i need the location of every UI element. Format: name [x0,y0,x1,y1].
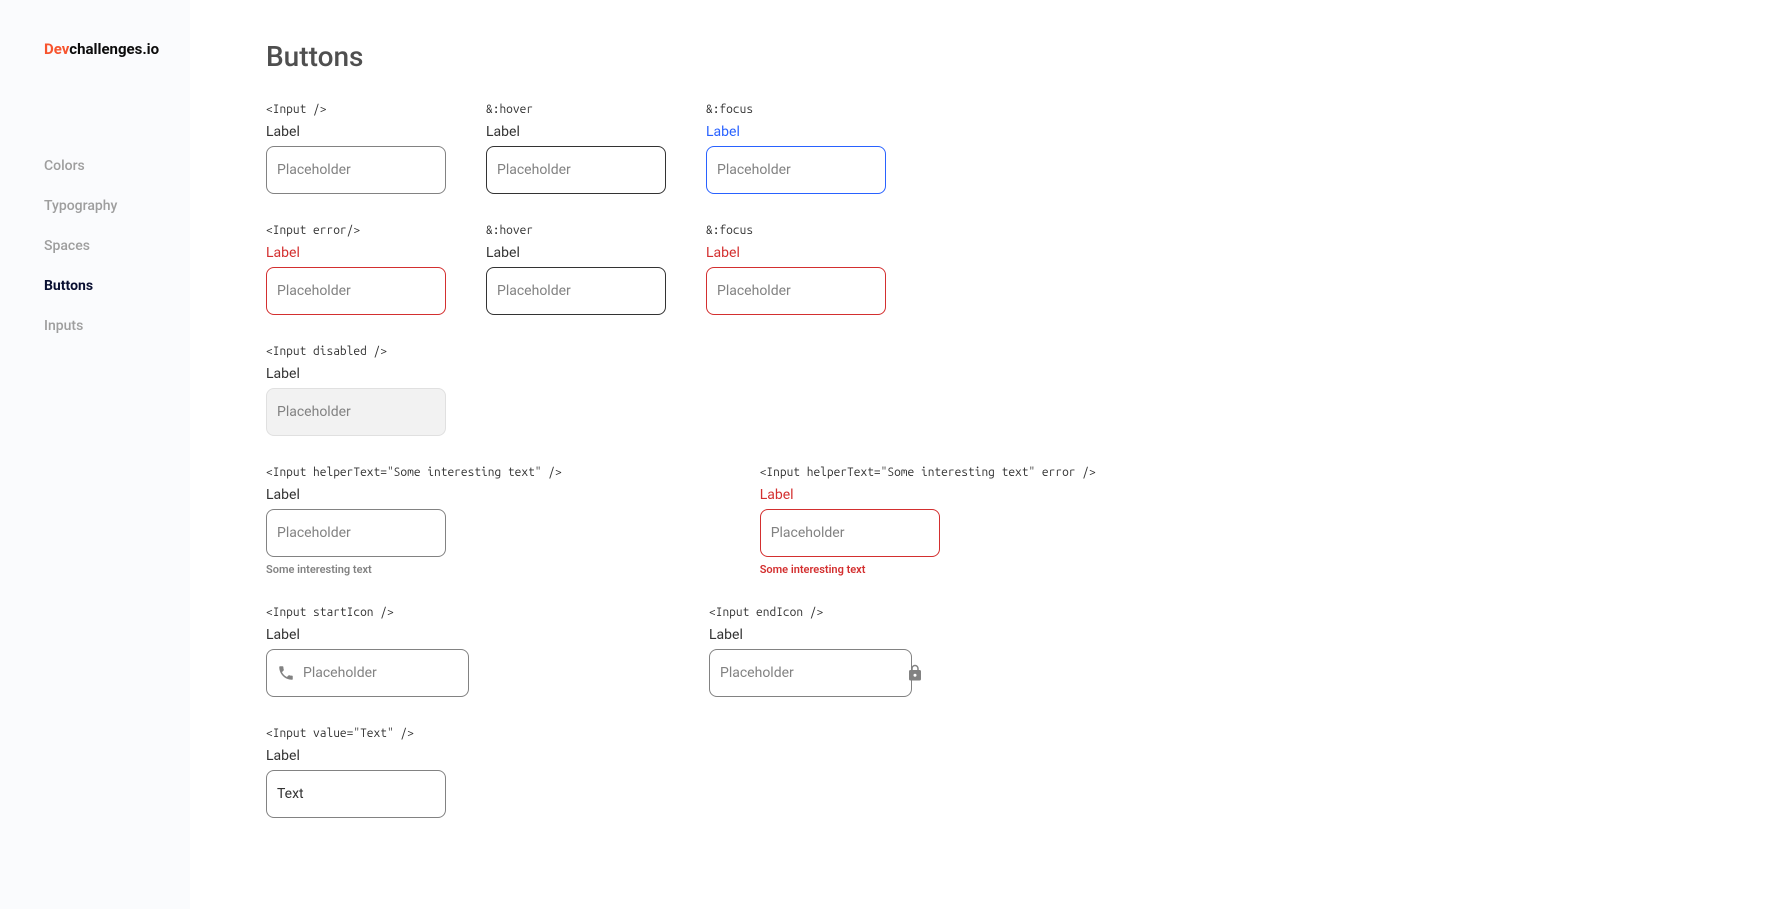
variant-tag: <Input /> [266,103,446,116]
input-label: Label [486,124,666,140]
phone-icon [277,664,295,682]
cell-input-helper-error: <Input helperText="Some interesting text… [760,466,1096,576]
variant-tag: <Input helperText="Some interesting text… [760,466,1096,479]
input-label: Label [266,245,446,261]
input-error-focus[interactable] [706,267,886,315]
nav-item-spaces[interactable]: Spaces [44,238,190,254]
input-starticon[interactable] [303,665,481,681]
variant-tag: <Input startIcon /> [266,606,469,619]
input-label: Label [706,245,886,261]
cell-input-starticon: <Input startIcon /> Label [266,606,469,697]
variant-tag: <Input endIcon /> [709,606,912,619]
nav-item-typography[interactable]: Typography [44,198,190,214]
nav-item-inputs[interactable]: Inputs [44,318,190,334]
input-label: Label [266,124,446,140]
row-helper: <Input helperText="Some interesting text… [266,466,1788,576]
logo: Devchallenges.io [44,40,190,58]
input-label: Label [266,627,469,643]
variant-tag: <Input value="Text" /> [266,727,446,740]
input-helper-error[interactable] [760,509,940,557]
input-focus[interactable] [706,146,886,194]
cell-input-value: <Input value="Text" /> Label [266,727,446,818]
nav-item-buttons[interactable]: Buttons [44,278,190,294]
variant-tag: &:hover [486,224,666,237]
row-icons: <Input startIcon /> Label <Input endIcon… [266,606,1788,697]
input-label: Label [709,627,912,643]
logo-rest: challenges.io [69,40,159,58]
nav: Colors Typography Spaces Buttons Inputs [44,158,190,334]
nav-item-colors[interactable]: Colors [44,158,190,174]
lock-icon [906,664,924,682]
variant-tag: <Input helperText="Some interesting text… [266,466,562,479]
input-starticon-wrap[interactable] [266,649,469,697]
cell-input-helper: <Input helperText="Some interesting text… [266,466,562,576]
input-endicon-wrap[interactable] [709,649,912,697]
input-disabled [266,388,446,436]
input-error-hover[interactable] [486,267,666,315]
cell-input-focus: &:focus Label [706,103,886,194]
input-default[interactable] [266,146,446,194]
input-label: Label [266,487,562,503]
input-endicon[interactable] [720,665,898,681]
cell-input-error: <Input error/> Label [266,224,446,315]
helper-text: Some interesting text [760,563,1096,576]
input-helper[interactable] [266,509,446,557]
helper-text: Some interesting text [266,563,562,576]
cell-input-error-hover: &:hover Label [486,224,666,315]
logo-dev: Dev [44,40,69,58]
main: Buttons <Input /> Label &:hover Label &:… [190,0,1788,909]
cell-input-hover: &:hover Label [486,103,666,194]
cell-input-disabled: <Input disabled /> Label [266,345,446,436]
input-label: Label [706,124,886,140]
input-hover[interactable] [486,146,666,194]
input-value[interactable] [266,770,446,818]
input-label: Label [266,748,446,764]
variant-tag: <Input error/> [266,224,446,237]
input-label: Label [266,366,446,382]
row-error-states: <Input error/> Label &:hover Label &:foc… [266,224,1788,315]
input-error[interactable] [266,267,446,315]
cell-input-endicon: <Input endIcon /> Label [709,606,912,697]
variant-tag: &:hover [486,103,666,116]
variant-tag: &:focus [706,103,886,116]
variant-tag: &:focus [706,224,886,237]
sidebar: Devchallenges.io Colors Typography Space… [0,0,190,909]
row-disabled: <Input disabled /> Label [266,345,1788,436]
cell-input-error-focus: &:focus Label [706,224,886,315]
input-label: Label [760,487,1096,503]
page-title: Buttons [266,40,1788,73]
row-default-states: <Input /> Label &:hover Label &:focus La… [266,103,1788,194]
variant-tag: <Input disabled /> [266,345,446,358]
row-value: <Input value="Text" /> Label [266,727,1788,818]
input-label: Label [486,245,666,261]
cell-input-default: <Input /> Label [266,103,446,194]
